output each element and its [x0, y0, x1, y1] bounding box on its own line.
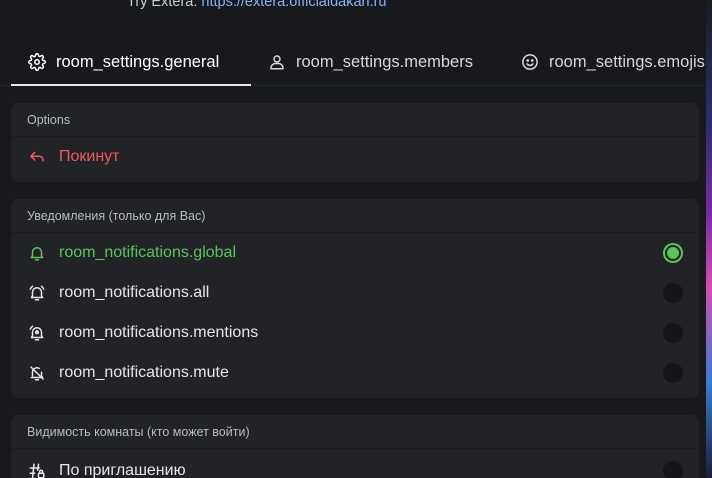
- gear-icon: [28, 53, 46, 71]
- notification-option-global[interactable]: room_notifications.global: [11, 233, 699, 273]
- room-settings-page: Try Extera: https://extera.officialdakar…: [0, 0, 712, 478]
- leave-room-button[interactable]: Покинут: [11, 137, 699, 177]
- leave-arrow-icon: [27, 147, 47, 167]
- notification-option-mentions-label: room_notifications.mentions: [59, 324, 259, 341]
- notifications-header: Уведомления (только для Вас): [11, 199, 699, 233]
- tab-members-label: room_settings.members: [296, 52, 473, 71]
- tab-general[interactable]: room_settings.general: [28, 38, 219, 86]
- notification-option-global-radio[interactable]: [663, 243, 683, 263]
- try-extera-link[interactable]: https://extera.officialdakari.ru: [201, 0, 386, 10]
- hash-lock-icon: [27, 461, 47, 478]
- settings-tabs: room_settings.general room_settings.memb…: [0, 38, 712, 86]
- visibility-option-invite-label: По приглашению: [59, 462, 186, 478]
- notification-option-all[interactable]: room_notifications.all: [11, 273, 699, 313]
- visibility-option-invite-radio[interactable]: [663, 461, 683, 478]
- bell-mention-icon: [27, 323, 47, 343]
- bell-icon: [27, 243, 47, 263]
- leave-room-label: Покинут: [59, 148, 120, 165]
- notification-option-mute-radio[interactable]: [663, 363, 683, 383]
- notification-option-mute[interactable]: room_notifications.mute: [11, 353, 699, 393]
- notification-option-mute-label: room_notifications.mute: [59, 364, 229, 381]
- bell-ring-icon: [27, 283, 47, 303]
- notification-option-all-radio[interactable]: [663, 283, 683, 303]
- smiley-icon: [522, 54, 538, 70]
- bell-off-icon: [27, 363, 47, 383]
- background-artwork-edge: [706, 0, 712, 478]
- notifications-card: Уведомления (только для Вас) room_notifi…: [11, 199, 699, 398]
- options-card: Options Покинут: [11, 103, 699, 182]
- try-extera-prefix: Try Extera:: [127, 0, 202, 10]
- notification-option-mentions[interactable]: room_notifications.mentions: [11, 313, 699, 353]
- tab-emojis[interactable]: room_settings.emojis: [521, 38, 705, 86]
- visibility-header: Видимость комнаты (кто может войти): [11, 415, 699, 449]
- notification-option-all-label: room_notifications.all: [59, 284, 210, 301]
- person-icon: [270, 55, 284, 70]
- tab-members[interactable]: room_settings.members: [268, 38, 473, 86]
- visibility-option-invite[interactable]: По приглашению: [11, 451, 699, 478]
- tab-emojis-label: room_settings.emojis: [549, 52, 705, 71]
- try-extera-line: Try Extera: https://extera.officialdakar…: [127, 0, 387, 10]
- visibility-card: Видимость комнаты (кто может войти) По п…: [11, 415, 699, 478]
- active-tab-indicator: [11, 84, 251, 86]
- notification-option-global-label: room_notifications.global: [59, 244, 236, 261]
- notification-option-mentions-radio[interactable]: [663, 323, 683, 343]
- options-header: Options: [11, 103, 699, 137]
- tab-general-label: room_settings.general: [56, 52, 220, 71]
